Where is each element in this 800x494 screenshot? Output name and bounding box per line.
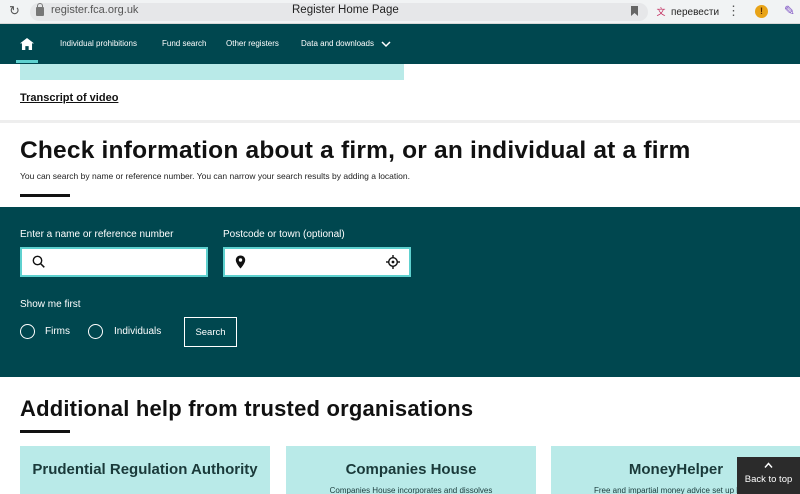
firms-radio[interactable] [20, 324, 35, 339]
back-to-top-button[interactable]: Back to top [737, 457, 800, 494]
browser-toolbar: ↻ register.fca.org.uk Register Home Page… [0, 0, 800, 24]
name-search-input[interactable] [20, 247, 208, 277]
search-intro-text: You can search by name or reference numb… [20, 171, 410, 181]
caret-up-icon [764, 462, 773, 468]
nav-data-and-downloads[interactable]: Data and downloads [301, 39, 374, 48]
card-title: Companies House [345, 461, 477, 478]
translate-icon: 文 [656, 7, 666, 17]
transcript-link[interactable]: Transcript of video [20, 92, 118, 104]
lock-icon [36, 3, 44, 16]
url-text[interactable]: register.fca.org.uk [51, 4, 138, 16]
extension-icon[interactable]: ! [755, 5, 768, 18]
card-title: Prudential Regulation Authority [32, 461, 258, 478]
help-heading: Additional help from trusted organisatio… [20, 396, 474, 421]
home-active-indicator [16, 60, 38, 63]
firms-radio-label[interactable]: Firms [45, 326, 70, 337]
home-icon[interactable] [20, 38, 34, 50]
card-companies-house[interactable]: Companies House Companies House incorpor… [286, 446, 536, 494]
nav-individual-prohibitions[interactable]: Individual prohibitions [60, 39, 137, 48]
main-nav: Individual prohibitions Fund search Othe… [0, 24, 800, 64]
card-description: Companies House incorporates and dissolv… [329, 486, 493, 494]
locate-me-icon[interactable] [386, 255, 400, 269]
search-icon [32, 255, 45, 268]
back-to-top-label: Back to top [744, 474, 793, 485]
location-input[interactable] [223, 247, 411, 277]
search-button[interactable]: Search [184, 317, 237, 347]
pen-icon[interactable]: ✎ [784, 3, 795, 19]
page-heading: Check information about a firm, or an in… [20, 137, 691, 164]
reload-icon[interactable]: ↻ [9, 4, 23, 18]
heading-underline [20, 194, 70, 197]
individuals-radio[interactable] [88, 324, 103, 339]
nav-other-registers[interactable]: Other registers [226, 39, 279, 48]
translate-button[interactable]: 文 перевести [655, 3, 719, 21]
show-me-first-label: Show me first [20, 299, 81, 310]
help-heading-underline [20, 430, 70, 433]
card-prudential-regulation-authority[interactable]: Prudential Regulation Authority [20, 446, 270, 494]
translate-label: перевести [671, 6, 720, 18]
individuals-radio-label[interactable]: Individuals [114, 326, 161, 337]
location-pin-icon [235, 255, 246, 269]
chevron-down-icon[interactable] [381, 39, 391, 49]
section-divider [0, 120, 800, 123]
location-field-label: Postcode or town (optional) [223, 229, 345, 240]
more-options-icon[interactable]: ⋮ [727, 3, 740, 19]
tab-title: Register Home Page [292, 4, 399, 16]
video-panel [20, 64, 404, 80]
name-field-label: Enter a name or reference number [20, 229, 174, 240]
nav-fund-search[interactable]: Fund search [162, 39, 206, 48]
